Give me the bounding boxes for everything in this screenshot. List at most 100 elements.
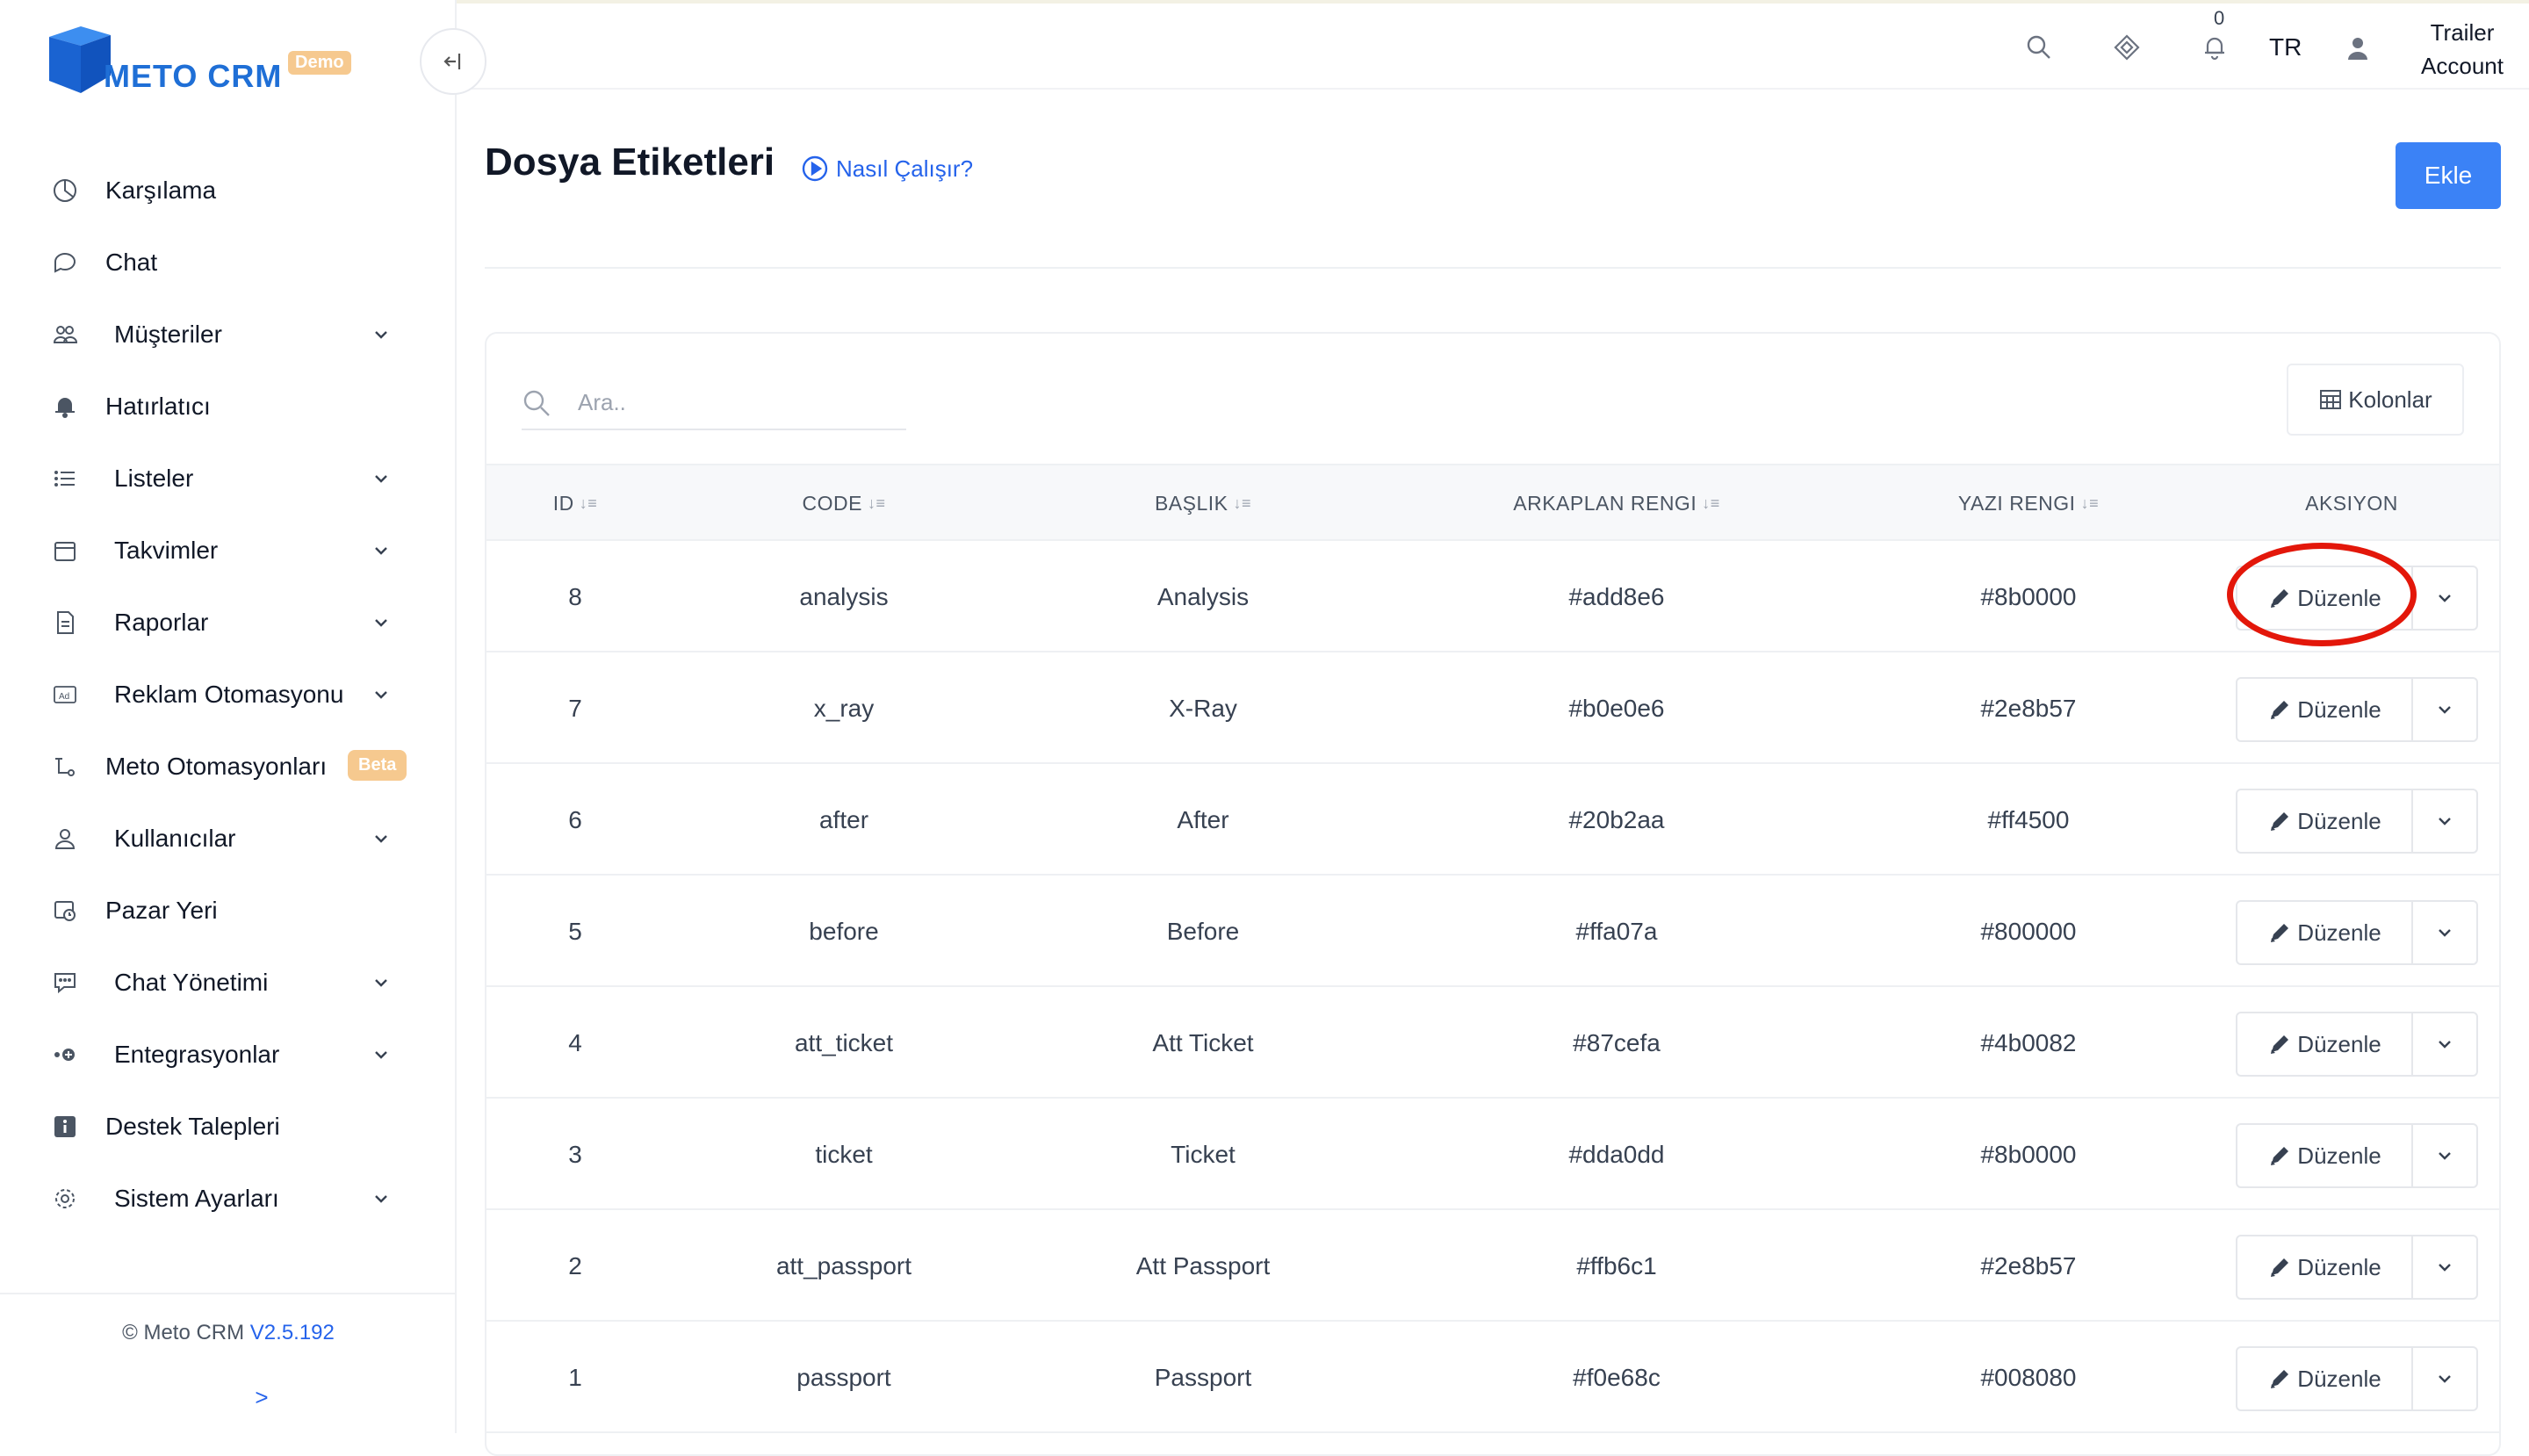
cell-id: 5	[568, 917, 582, 945]
cell-title: Analysis	[1156, 582, 1250, 610]
chevron-down-icon[interactable]	[369, 1186, 393, 1211]
cell-fg: #4b0082	[1980, 1028, 2077, 1056]
sidebar-item-destek-talepleri[interactable]: Destek Talepleri	[0, 1091, 457, 1163]
page-title: Dosya Etiketleri	[485, 141, 775, 184]
cell-title: Before	[1166, 917, 1240, 945]
edit-button[interactable]: Düzenle	[2237, 1013, 2413, 1075]
calendar-icon	[47, 533, 83, 568]
account-line2: Account	[2421, 53, 2504, 79]
row-actions-dropdown[interactable]	[2413, 679, 2476, 740]
brand-name: METO CRM	[104, 58, 283, 94]
row-actions-dropdown[interactable]	[2413, 1013, 2476, 1075]
column-header-label: CODE	[802, 491, 862, 515]
table-header: ID ↓≡ CODE ↓≡ BAŞLIK ↓≡ ARKAPLAN RENGI ↓≡ YAZI R…	[486, 464, 2499, 541]
column-header-arkaplan-rengi[interactable]: ARKAPLAN RENGI ↓≡	[1397, 465, 1836, 541]
sidebar-item-chat-yönetimi[interactable]: Chat Yönetimi	[0, 947, 457, 1019]
chevron-down-icon[interactable]	[369, 682, 393, 707]
sidebar-item-raporlar[interactable]: Raporlar	[0, 587, 457, 659]
sidebar-item-label: Takvimler	[114, 537, 219, 564]
sidebar-item-takvimler[interactable]: Takvimler	[0, 515, 457, 587]
edit-button[interactable]: Düzenle	[2237, 902, 2413, 963]
sidebar-item-müşteriler[interactable]: Müşteriler	[0, 299, 457, 371]
search-icon[interactable]	[2021, 30, 2057, 65]
cell-code: x_ray	[813, 694, 875, 722]
column-header-id[interactable]: ID ↓≡	[487, 465, 663, 541]
sidebar-item-listeler[interactable]: Listeler	[0, 443, 457, 515]
row-actions-dropdown[interactable]	[2413, 1348, 2476, 1409]
user-icon	[47, 821, 83, 856]
action-group: Düzenle	[2236, 900, 2478, 965]
chevron-down-icon[interactable]	[369, 970, 393, 995]
cell-fg: #2e8b57	[1980, 694, 2077, 722]
cell-bg: #20b2aa	[1568, 805, 1665, 833]
cell-title: Att Passport	[1135, 1251, 1271, 1279]
action-group: Düzenle	[2236, 1346, 2478, 1411]
demo-badge: Demo	[288, 51, 351, 75]
cell-code: att_ticket	[794, 1028, 894, 1056]
how-it-works-link[interactable]: Nasıl Çalışır?	[801, 153, 973, 184]
user-icon	[2348, 38, 2367, 60]
diamond-apps-icon[interactable]	[2109, 30, 2144, 65]
row-actions-dropdown[interactable]	[2413, 1236, 2476, 1298]
sidebar-item-chat[interactable]: Chat	[0, 227, 457, 299]
edit-button[interactable]: Düzenle	[2237, 1348, 2413, 1409]
bell-icon[interactable]	[2197, 30, 2232, 65]
cell-id: 1	[568, 1363, 582, 1391]
row-actions-dropdown[interactable]	[2413, 790, 2476, 852]
version-link[interactable]: V2.5.192	[250, 1321, 335, 1344]
edit-button[interactable]: Düzenle	[2237, 1236, 2413, 1298]
chevron-down-icon[interactable]	[369, 466, 393, 491]
chevron-down-icon	[2439, 1264, 2451, 1272]
list-icon	[47, 461, 83, 496]
column-header-label: ID	[552, 491, 574, 515]
search-box	[522, 378, 906, 430]
account-name: Trailer Account	[2383, 16, 2529, 83]
search-input[interactable]	[578, 385, 894, 420]
sidebar-item-sistem-ayarları[interactable]: Sistem Ayarları	[0, 1163, 457, 1235]
account-menu[interactable]: Trailer Account	[2345, 16, 2529, 79]
sidebar-item-entegrasyonlar[interactable]: Entegrasyonlar	[0, 1019, 457, 1091]
column-header-başlik[interactable]: BAŞLIK ↓≡	[1045, 465, 1361, 541]
language-switcher[interactable]: TR	[2269, 33, 2302, 61]
edit-button[interactable]: Düzenle	[2237, 567, 2413, 629]
cell-title: X-Ray	[1169, 694, 1237, 722]
cell-id: 4	[568, 1028, 582, 1056]
cell-bg: #f0e68c	[1573, 1363, 1661, 1391]
column-header-code[interactable]: CODE ↓≡	[686, 465, 1002, 541]
edit-button[interactable]: Düzenle	[2237, 1125, 2413, 1186]
sidebar-item-hatırlatıcı[interactable]: Hatırlatıcı	[0, 371, 457, 443]
chevron-down-icon[interactable]	[369, 1042, 393, 1067]
collapse-sidebar-button[interactable]	[420, 28, 486, 95]
chevron-down-icon[interactable]	[369, 322, 393, 347]
cell-id: 3	[568, 1140, 582, 1168]
row-actions-dropdown[interactable]	[2413, 902, 2476, 963]
edit-button[interactable]: Düzenle	[2237, 679, 2413, 740]
row-actions-dropdown[interactable]	[2413, 1125, 2476, 1186]
report-icon	[47, 605, 83, 640]
chat-manage-icon	[47, 965, 83, 1000]
column-header-yazi-rengi[interactable]: YAZI RENGI ↓≡	[1853, 465, 2204, 541]
edit-button[interactable]: Düzenle	[2237, 790, 2413, 852]
collapse-left-icon	[443, 54, 461, 69]
columns-button[interactable]: Kolonlar	[2287, 364, 2464, 436]
sidebar-item-meto-otomasyonları[interactable]: Meto Otomasyonları Beta	[0, 731, 457, 803]
sidebar-item-label: Karşılama	[105, 177, 217, 204]
sidebar-item-label: Chat	[105, 249, 158, 276]
chevron-down-icon[interactable]	[369, 826, 393, 851]
pencil-icon	[2271, 701, 2289, 719]
sidebar: METO CRM Demo Karşılama Chat Müşteriler Hat…	[0, 0, 457, 1433]
column-header-label: YAZI RENGI	[1957, 491, 2076, 515]
table-row: 8 analysis Analysis #add8e6 #8b0000 Düzenle	[486, 541, 2499, 652]
table-row: 5 before Before #ffa07a #800000 Düzenle	[486, 876, 2499, 987]
sidebar-item-reklam-otomasyonu[interactable]: Ad Reklam Otomasyonu	[0, 659, 457, 731]
sidebar-item-karşılama[interactable]: Karşılama	[0, 155, 457, 227]
divider	[485, 267, 2501, 269]
sidebar-item-pazar-yeri[interactable]: Pazar Yeri	[0, 875, 457, 947]
sidebar-item-kullanıcılar[interactable]: Kullanıcılar	[0, 803, 457, 875]
add-button[interactable]: Ekle	[2396, 142, 2501, 209]
chevron-down-icon[interactable]	[369, 610, 393, 635]
app-logo[interactable]: METO CRM Demo	[46, 25, 362, 98]
row-actions-dropdown[interactable]	[2413, 567, 2476, 629]
chevron-down-icon[interactable]	[369, 538, 393, 563]
expand-sidebar-button[interactable]: >	[0, 1384, 523, 1411]
